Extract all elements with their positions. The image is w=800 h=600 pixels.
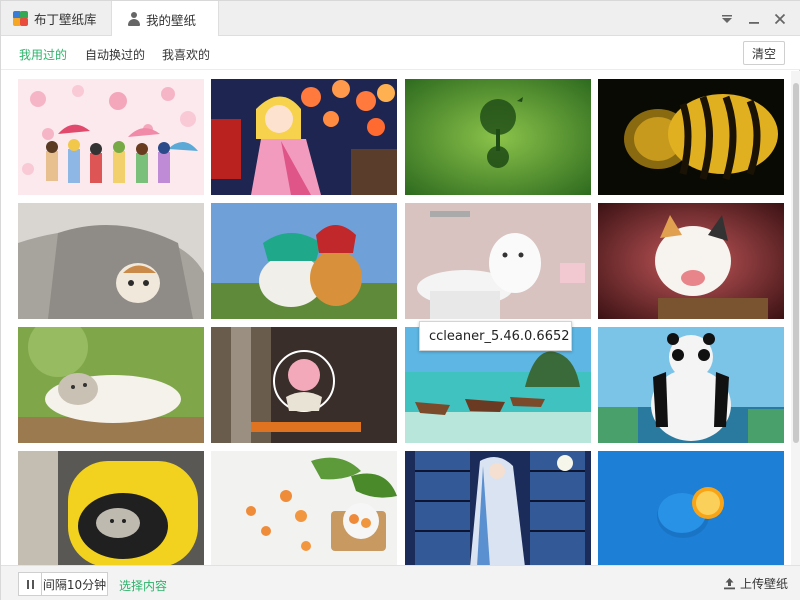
close-button[interactable] xyxy=(770,9,790,29)
menu-dropdown-button[interactable] xyxy=(717,9,737,29)
subtab-used[interactable]: 我用过的 xyxy=(19,46,67,63)
minimize-icon xyxy=(749,22,759,24)
wallpaper-image xyxy=(405,79,591,195)
wallpaper-thumb[interactable] xyxy=(18,451,204,565)
wallpaper-image xyxy=(211,203,397,319)
wallpaper-image xyxy=(18,451,204,565)
wallpaper-image xyxy=(18,203,204,319)
title-bar: 布丁壁纸库 我的壁纸 xyxy=(1,1,800,37)
clear-button[interactable]: 清空 xyxy=(743,41,785,65)
wallpaper-thumb[interactable] xyxy=(598,327,784,443)
wallpaper-thumb[interactable] xyxy=(598,451,784,565)
wallpaper-thumb[interactable] xyxy=(211,203,397,319)
tab-store-label: 布丁壁纸库 xyxy=(34,12,97,27)
upload-wallpaper-button[interactable]: 上传壁纸 xyxy=(723,575,788,592)
interval-button[interactable]: 间隔10分钟 xyxy=(41,572,108,596)
minimize-button[interactable] xyxy=(744,9,764,29)
wallpaper-image xyxy=(598,327,784,443)
wallpaper-thumb[interactable] xyxy=(18,79,204,195)
wallpaper-thumb[interactable] xyxy=(211,79,397,195)
tab-my-wallpapers[interactable]: 我的壁纸 xyxy=(111,1,219,37)
vertical-scrollbar[interactable] xyxy=(791,71,800,565)
wallpaper-image xyxy=(18,79,204,195)
app-logo-icon xyxy=(13,11,28,26)
close-icon xyxy=(774,13,786,25)
pause-button[interactable] xyxy=(18,572,42,596)
wallpaper-image xyxy=(405,203,591,319)
wallpaper-image xyxy=(211,79,397,195)
subtab-liked[interactable]: 我喜欢的 xyxy=(162,46,210,63)
subtab-auto-changed[interactable]: 自动换过的 xyxy=(85,46,145,63)
bottom-toolbar: 间隔10分钟 选择内容 上传壁纸 xyxy=(1,565,800,600)
wallpaper-image xyxy=(598,79,784,195)
wallpaper-thumb[interactable] xyxy=(405,79,591,195)
wallpaper-thumb[interactable] xyxy=(211,451,397,565)
sub-navigation: 我用过的 自动换过的 我喜欢的 清空 xyxy=(1,36,800,70)
wallpaper-thumb[interactable] xyxy=(405,203,591,319)
app-window: 布丁壁纸库 我的壁纸 我用过的 自动换过的 我喜欢的 清空 ccleaner_5… xyxy=(0,0,800,600)
upload-icon xyxy=(724,578,735,590)
upload-label: 上传壁纸 xyxy=(740,577,789,591)
tab-mine-label: 我的壁纸 xyxy=(146,12,197,28)
wallpaper-thumb[interactable] xyxy=(18,203,204,319)
wallpaper-thumb[interactable] xyxy=(405,451,591,565)
wallpaper-image xyxy=(598,203,784,319)
chevron-down-icon xyxy=(722,15,732,23)
wallpaper-image xyxy=(211,327,397,443)
wallpaper-image xyxy=(598,451,784,565)
wallpaper-image xyxy=(211,451,397,565)
wallpaper-thumb[interactable] xyxy=(598,203,784,319)
wallpaper-thumb[interactable] xyxy=(598,79,784,195)
pause-icon xyxy=(25,579,35,589)
tab-wallpaper-store[interactable]: 布丁壁纸库 xyxy=(1,1,111,36)
select-content-link[interactable]: 选择内容 xyxy=(119,577,167,594)
user-icon xyxy=(128,12,140,26)
wallpaper-image xyxy=(405,451,591,565)
wallpaper-image xyxy=(18,327,204,443)
tooltip: ccleaner_5.46.0.6652 xyxy=(419,321,572,351)
scrollbar-thumb[interactable] xyxy=(793,83,799,443)
wallpaper-thumb[interactable] xyxy=(211,327,397,443)
wallpaper-grid xyxy=(1,71,791,565)
wallpaper-thumb[interactable] xyxy=(18,327,204,443)
